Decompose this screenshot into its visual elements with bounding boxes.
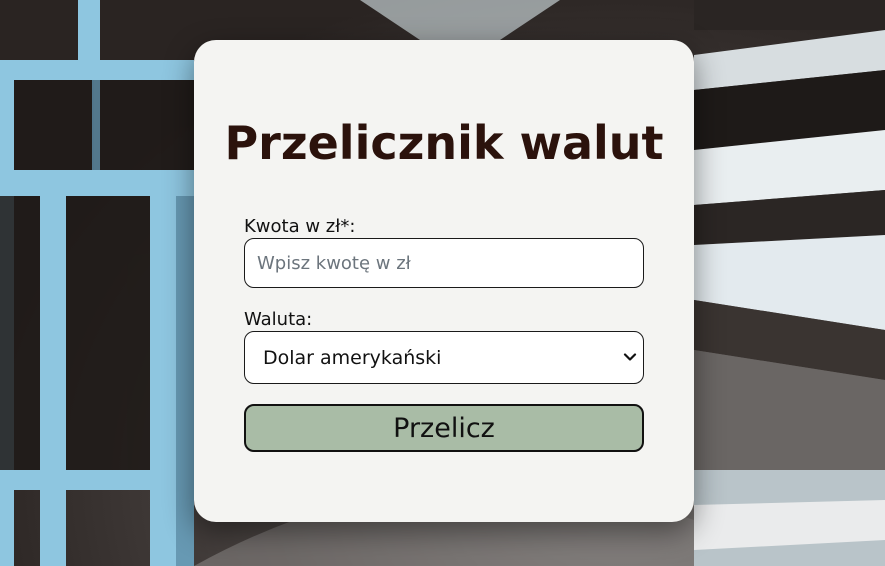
currency-select-value: Dolar amerykański [263, 346, 442, 369]
currency-select[interactable]: Dolar amerykański [244, 331, 644, 384]
currency-label: Waluta: [244, 309, 313, 330]
chevron-down-icon [623, 353, 637, 361]
page-title: Przelicznik walut [224, 116, 664, 170]
amount-input[interactable] [244, 238, 644, 288]
convert-button[interactable]: Przelicz [244, 404, 644, 452]
amount-label: Kwota w zł*: [244, 216, 356, 237]
